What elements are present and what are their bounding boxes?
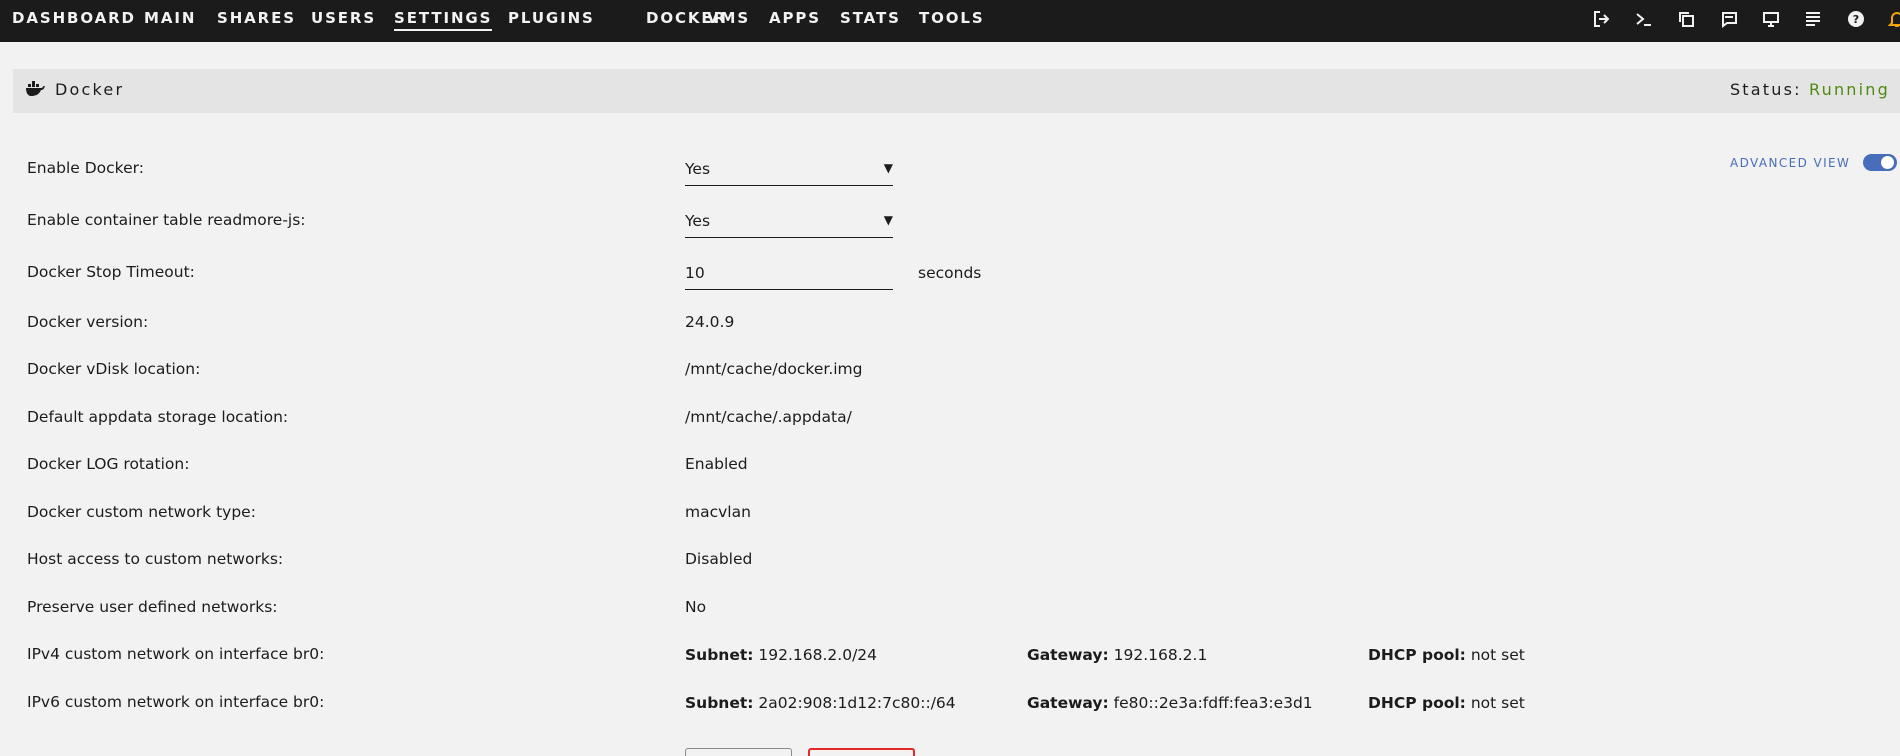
- stop-timeout-unit: seconds: [918, 264, 982, 282]
- caret-down-icon: ▼: [883, 161, 893, 175]
- tab-main[interactable]: MAIN: [144, 0, 196, 42]
- ipv4-subnet-value: 192.168.2.0/24: [758, 646, 878, 664]
- page-title-bar: Docker Status: Running: [13, 69, 1900, 113]
- readmore-value: Yes: [685, 212, 711, 230]
- page-title: Docker: [55, 80, 125, 99]
- docker-version-value: 24.0.9: [685, 313, 735, 331]
- docker-version-label: Docker version:: [27, 313, 149, 331]
- tab-tools[interactable]: TOOLS: [919, 0, 985, 42]
- bell-icon[interactable]: [1886, 8, 1900, 30]
- ipv6-dhcp: DHCP pool: not set: [1368, 694, 1525, 712]
- ipv6-gateway-value: fe80::2e3a:fdff:fea3:e3d1: [1113, 694, 1313, 712]
- ipv4-gateway: Gateway: 192.168.2.1: [1027, 646, 1207, 664]
- host-access-value: Disabled: [685, 550, 753, 568]
- gateway-label: Gateway:: [1027, 646, 1109, 664]
- docker-icon: [25, 81, 45, 97]
- help-icon[interactable]: ?: [1845, 8, 1867, 30]
- copy-icon[interactable]: [1675, 8, 1697, 30]
- logout-icon[interactable]: [1590, 8, 1612, 30]
- stop-timeout-value: 10: [685, 264, 705, 282]
- log-rotation-value: Enabled: [685, 455, 748, 473]
- ipv4-dhcp: DHCP pool: not set: [1368, 646, 1525, 664]
- advanced-view-toggle[interactable]: [1863, 154, 1897, 171]
- readmore-select[interactable]: Yes ▼: [685, 210, 893, 238]
- ipv6-subnet-value: 2a02:908:1d12:7c80::/64: [758, 694, 956, 712]
- ipv6-dhcp-value: not set: [1470, 694, 1525, 712]
- host-access-label: Host access to custom networks:: [27, 550, 284, 568]
- advanced-view-label[interactable]: ADVANCED VIEW: [1730, 156, 1850, 170]
- enable-docker-value: Yes: [685, 160, 711, 178]
- feedback-icon[interactable]: [1718, 8, 1740, 30]
- tab-users[interactable]: USERS: [311, 0, 376, 42]
- svg-text:?: ?: [1853, 13, 1859, 26]
- docker-status: Status: Running: [1730, 80, 1890, 99]
- done-button[interactable]: [808, 748, 915, 756]
- subnet-label: Subnet:: [685, 646, 754, 664]
- vdisk-location-label: Docker vDisk location:: [27, 360, 201, 378]
- tab-settings[interactable]: SETTINGS: [394, 0, 493, 42]
- gateway-label: Gateway:: [1027, 694, 1109, 712]
- apply-button[interactable]: [685, 748, 792, 756]
- log-icon[interactable]: [1802, 8, 1824, 30]
- top-navigation: DASHBOARD MAIN SHARES USERS SETTINGS PLU…: [0, 0, 1900, 42]
- toggle-knob: [1881, 156, 1894, 169]
- ipv4-dhcp-value: not set: [1470, 646, 1525, 664]
- preserve-networks-label: Preserve user defined networks:: [27, 598, 278, 616]
- readmore-label: Enable container table readmore-js:: [27, 211, 306, 229]
- network-type-value: macvlan: [685, 503, 751, 521]
- terminal-icon[interactable]: [1633, 8, 1655, 30]
- log-rotation-label: Docker LOG rotation:: [27, 455, 190, 473]
- caret-down-icon: ▼: [883, 213, 893, 227]
- tab-stats[interactable]: STATS: [840, 0, 901, 42]
- dhcp-label: DHCP pool:: [1368, 646, 1466, 664]
- tab-apps[interactable]: APPS: [769, 0, 821, 42]
- stop-timeout-label: Docker Stop Timeout:: [27, 263, 195, 281]
- stop-timeout-input[interactable]: 10: [685, 262, 893, 290]
- enable-docker-label: Enable Docker:: [27, 159, 144, 177]
- display-icon[interactable]: [1760, 8, 1782, 30]
- subnet-label: Subnet:: [685, 694, 754, 712]
- ipv4-network-label: IPv4 custom network on interface br0:: [27, 645, 325, 663]
- preserve-networks-value: No: [685, 598, 707, 616]
- tab-shares[interactable]: SHARES: [217, 0, 296, 42]
- ipv6-gateway: Gateway: fe80::2e3a:fdff:fea3:e3d1: [1027, 694, 1313, 712]
- tab-dashboard[interactable]: DASHBOARD: [12, 0, 136, 42]
- ipv6-subnet: Subnet: 2a02:908:1d12:7c80::/64: [685, 694, 956, 712]
- vdisk-location-value: /mnt/cache/docker.img: [685, 360, 863, 378]
- status-value: Running: [1809, 80, 1890, 99]
- enable-docker-select[interactable]: Yes ▼: [685, 158, 893, 186]
- ipv4-gateway-value: 192.168.2.1: [1113, 646, 1208, 664]
- appdata-location-value: /mnt/cache/.appdata/: [685, 408, 852, 426]
- ipv6-network-label: IPv6 custom network on interface br0:: [27, 693, 325, 711]
- network-type-label: Docker custom network type:: [27, 503, 256, 521]
- dhcp-label: DHCP pool:: [1368, 694, 1466, 712]
- tab-plugins[interactable]: PLUGINS: [508, 0, 595, 42]
- status-label: Status:: [1729, 80, 1802, 99]
- tab-vms[interactable]: VMS: [707, 0, 750, 42]
- appdata-location-label: Default appdata storage location:: [27, 408, 289, 426]
- ipv4-subnet: Subnet: 192.168.2.0/24: [685, 646, 877, 664]
